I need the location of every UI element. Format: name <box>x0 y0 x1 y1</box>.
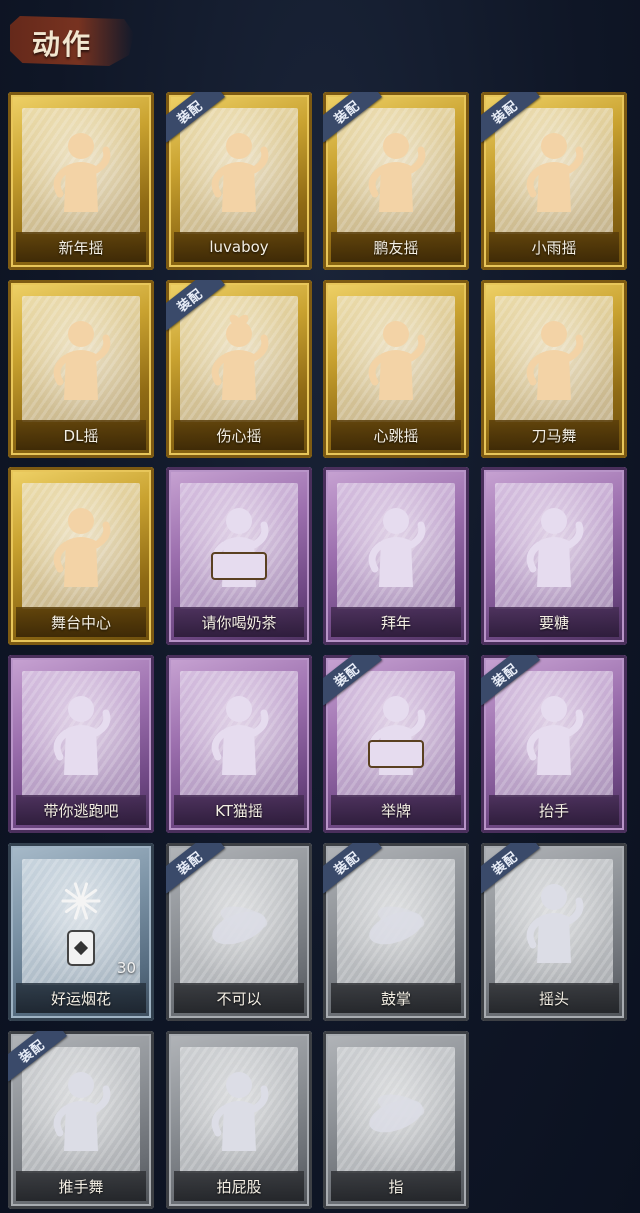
emote-card[interactable]: 指 <box>323 1031 469 1209</box>
emote-label: 拍屁股 <box>174 1171 304 1201</box>
emote-label: 带你逃跑吧 <box>16 795 146 825</box>
clapping-hands-icon <box>351 873 441 973</box>
dance-figure-icon <box>36 497 126 597</box>
emote-label: luvaboy <box>174 232 304 262</box>
emote-card[interactable]: KT猫摇 <box>166 655 312 833</box>
emote-card[interactable]: luvaboy 装配 <box>166 92 312 270</box>
heart-hands-figure-icon <box>194 310 284 410</box>
emote-card[interactable]: 拍屁股 <box>166 1031 312 1209</box>
emote-label: 伤心摇 <box>174 420 304 450</box>
emote-card[interactable]: 抬手 装配 <box>481 655 627 833</box>
dance-figure-icon <box>194 685 284 785</box>
emote-card[interactable]: 拜年 <box>323 467 469 645</box>
dance-figure-icon <box>351 122 441 222</box>
emote-label: 举牌 <box>331 795 461 825</box>
dance-figure-icon <box>36 310 126 410</box>
dance-figure-icon <box>509 122 599 222</box>
emote-label: 鹏友摇 <box>331 232 461 262</box>
sign-holding-figure-icon <box>194 497 284 597</box>
emote-card[interactable]: 要糖 <box>481 467 627 645</box>
emote-card[interactable]: 推手舞 装配 <box>8 1031 154 1209</box>
item-count: 30 <box>116 959 136 977</box>
emote-label: 请你喝奶茶 <box>174 607 304 637</box>
emote-label: 心跳摇 <box>331 420 461 450</box>
emote-card[interactable]: 不可以 装配 <box>166 843 312 1021</box>
emote-card[interactable]: 带你逃跑吧 <box>8 655 154 833</box>
emote-card[interactable]: 鼓掌 装配 <box>323 843 469 1021</box>
dance-figure-icon <box>36 122 126 222</box>
head-shake-figure-icon <box>509 873 599 973</box>
emote-label: 舞台中心 <box>16 607 146 637</box>
reaching-figure-icon <box>509 497 599 597</box>
pointing-figure-icon <box>36 685 126 785</box>
emote-label: 小雨摇 <box>489 232 619 262</box>
emote-label: DL摇 <box>16 420 146 450</box>
dance-figure-icon <box>509 310 599 410</box>
emote-card[interactable]: 举牌 装配 <box>323 655 469 833</box>
emote-card[interactable]: 请你喝奶茶 <box>166 467 312 645</box>
emote-label: 鼓掌 <box>331 983 461 1013</box>
dance-figure-icon <box>351 310 441 410</box>
emote-label: 推手舞 <box>16 1171 146 1201</box>
emote-card[interactable]: 小雨摇 装配 <box>481 92 627 270</box>
emote-card[interactable]: 30 好运烟花 <box>8 843 154 1021</box>
pointing-hand-icon <box>351 1061 441 1161</box>
dance-figure-icon <box>194 122 284 222</box>
raise-hand-figure-icon <box>509 685 599 785</box>
emote-card[interactable]: 摇头 装配 <box>481 843 627 1021</box>
emote-card[interactable]: DL摇 <box>8 280 154 458</box>
emote-label: 刀马舞 <box>489 420 619 450</box>
emote-label: 拜年 <box>331 607 461 637</box>
push-dance-figure-icon <box>36 1061 126 1161</box>
sign-holding-figure-icon <box>351 685 441 785</box>
emote-label: 要糖 <box>489 607 619 637</box>
emote-card[interactable]: 鹏友摇 装配 <box>323 92 469 270</box>
emote-label: 不可以 <box>174 983 304 1013</box>
emote-label: KT猫摇 <box>174 795 304 825</box>
finger-wag-icon <box>194 873 284 973</box>
emote-label: 摇头 <box>489 983 619 1013</box>
emote-label: 抬手 <box>489 795 619 825</box>
emote-card[interactable]: 伤心摇 装配 <box>166 280 312 458</box>
emote-label: 指 <box>331 1171 461 1201</box>
emote-card[interactable]: 舞台中心 <box>8 467 154 645</box>
emote-grid: 新年摇 luvaboy 装配 鹏友摇 装配 小雨摇 装配 DL摇 伤心摇 装配 心跳摇 刀马舞舞台中心… <box>0 0 640 1213</box>
emote-card[interactable]: 新年摇 <box>8 92 154 270</box>
firework-can-icon <box>36 873 126 973</box>
slap-figure-icon <box>194 1061 284 1161</box>
emote-label: 好运烟花 <box>16 983 146 1013</box>
emote-label: 新年摇 <box>16 232 146 262</box>
emote-card[interactable]: 刀马舞 <box>481 280 627 458</box>
bowing-figure-icon <box>351 497 441 597</box>
emote-card[interactable]: 心跳摇 <box>323 280 469 458</box>
